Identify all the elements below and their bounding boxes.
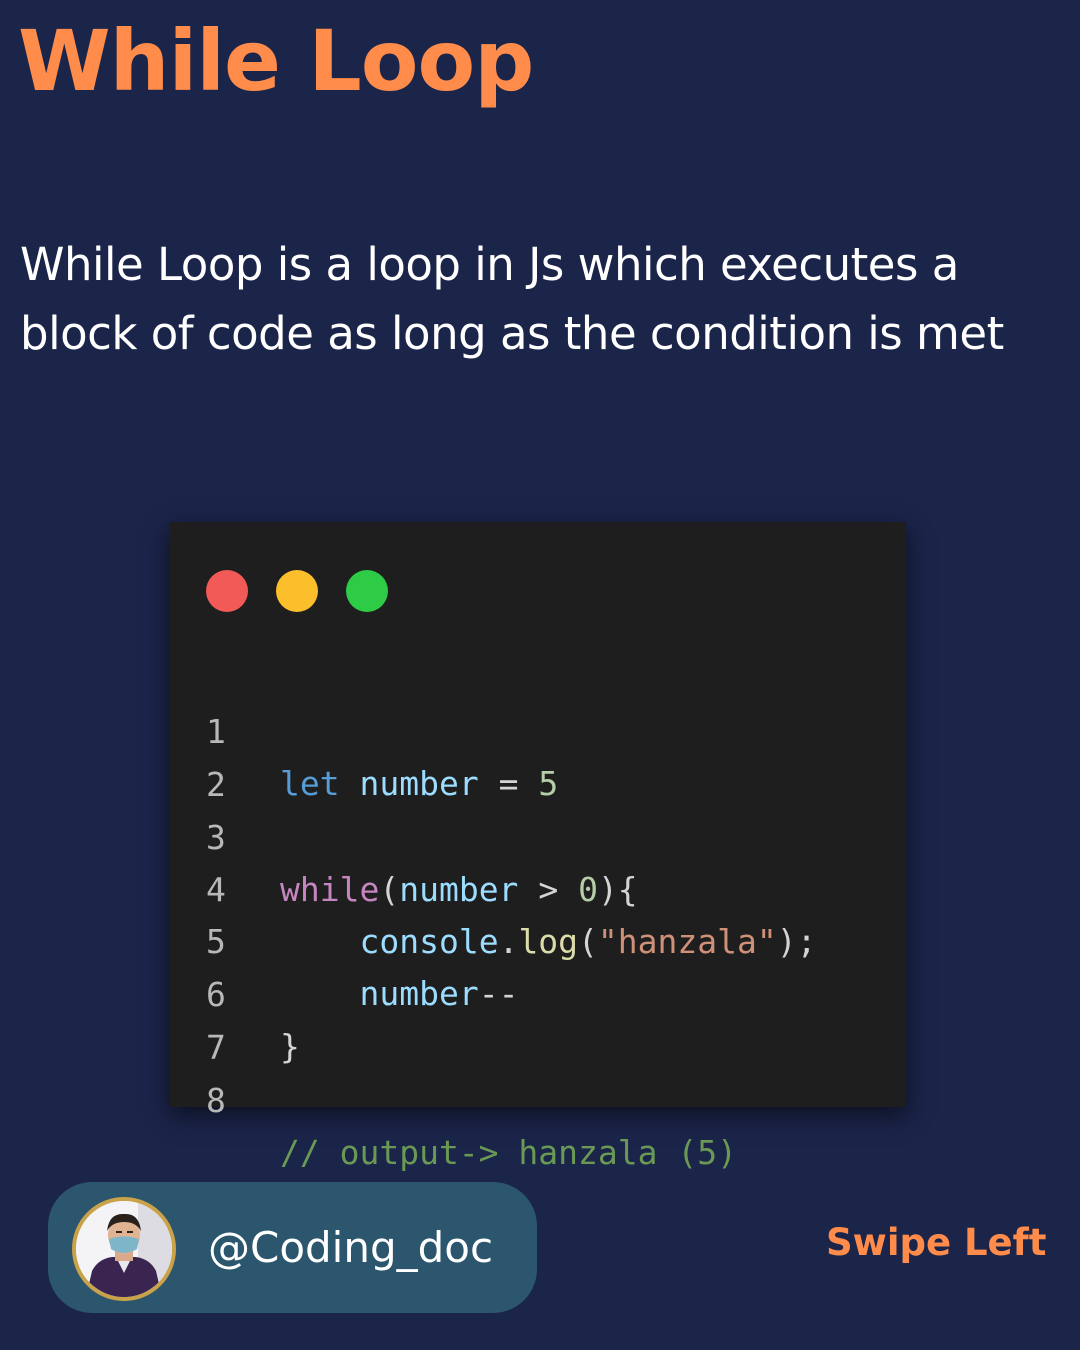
- window-minimize-dot-icon: [276, 570, 318, 612]
- code-line-5: 5 number--: [170, 864, 906, 1013]
- avatar-icon: [72, 1197, 176, 1301]
- code-window: 1 let number = 5 2 3 while(number > 0){ …: [170, 522, 906, 1172]
- swipe-left-label: Swipe Left: [826, 1221, 1047, 1264]
- window-maximize-dot-icon: [346, 570, 388, 612]
- code-line-8: 8 // output-> hanzala (5): [170, 1023, 906, 1172]
- line-number: 8: [206, 1081, 226, 1120]
- code-line-7: 7: [170, 970, 906, 1067]
- handle-text: @Coding_doc: [208, 1223, 494, 1272]
- code-line-2: 2: [170, 707, 906, 804]
- window-close-dot-icon: [206, 570, 248, 612]
- code-line-3: 3 while(number > 0){: [170, 760, 906, 909]
- page-title: While Loop: [18, 12, 534, 110]
- code-line-6: 6 }: [170, 917, 906, 1066]
- code-line-1: 1 let number = 5: [170, 654, 906, 803]
- profile-badge[interactable]: @Coding_doc: [48, 1182, 537, 1313]
- code-line-4: 4 console.log("hanzala");: [170, 812, 906, 961]
- description-text: While Loop is a loop in Js which execute…: [20, 238, 1004, 360]
- code-comment: // output-> hanzala (5): [280, 1133, 737, 1172]
